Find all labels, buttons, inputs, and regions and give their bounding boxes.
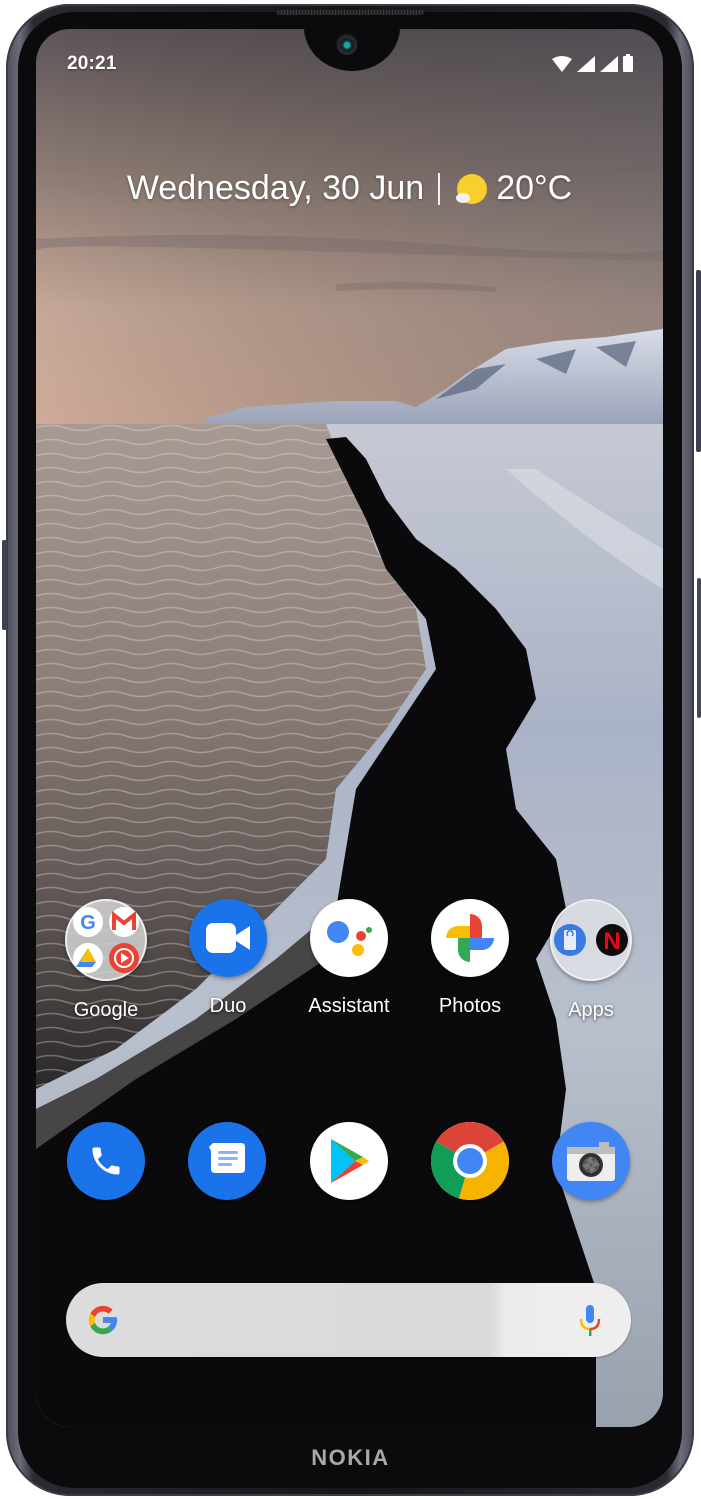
phone-icon[interactable] (67, 1122, 145, 1200)
date-text[interactable]: Wednesday, 30 Jun (127, 169, 424, 208)
app-label: Duo (209, 995, 247, 1017)
wallpaper (36, 29, 663, 1427)
app-label: Photos (438, 995, 502, 1017)
wifi-icon (552, 56, 572, 72)
camera-icon[interactable] (552, 1122, 630, 1200)
app-google-folder[interactable]: G Google (51, 899, 161, 1022)
microphone-icon[interactable] (579, 1305, 601, 1342)
signal-icon (600, 56, 618, 72)
front-camera (336, 33, 358, 55)
app-label: Assistant (308, 995, 390, 1017)
duo-video-icon[interactable] (189, 899, 267, 977)
app-duo[interactable]: Duo (173, 899, 283, 1018)
status-icons (552, 54, 633, 72)
photos-pinwheel-icon[interactable] (431, 899, 509, 977)
at-a-glance-widget[interactable]: Wednesday, 30 Jun 20°C (36, 169, 663, 208)
apps-folder-icon[interactable]: N (550, 899, 632, 981)
app-label: Apps (568, 999, 614, 1021)
app-label: Google (73, 999, 139, 1021)
power-button (697, 578, 701, 718)
app-photos[interactable]: Photos (415, 899, 525, 1018)
svg-text:N: N (603, 928, 620, 955)
brand-logo: NOKIA (311, 1445, 390, 1470)
battery-icon (623, 54, 633, 72)
status-time: 20:21 (67, 53, 117, 74)
google-g-icon (86, 1303, 120, 1342)
signal-icon (577, 56, 595, 72)
chrome-icon[interactable] (431, 1122, 509, 1200)
google-search-bar[interactable] (66, 1283, 631, 1357)
play-store-icon[interactable] (310, 1122, 388, 1200)
svg-text:G: G (80, 912, 96, 934)
sunny-partly-cloudy-icon (454, 173, 488, 205)
app-assistant[interactable]: Assistant (294, 899, 404, 1018)
temperature-text[interactable]: 20°C (496, 169, 572, 208)
side-button-left (2, 540, 7, 630)
divider (438, 172, 441, 205)
app-apps-folder[interactable]: N Apps (536, 899, 646, 1022)
messages-icon[interactable] (188, 1122, 266, 1200)
volume-button (696, 270, 701, 452)
home-screen: 20:21 Wednesday, 30 Jun 20°C G Google Du… (36, 29, 663, 1427)
google-folder-icon[interactable]: G (65, 899, 147, 981)
earpiece-speaker (276, 10, 424, 15)
assistant-icon[interactable] (310, 899, 388, 977)
